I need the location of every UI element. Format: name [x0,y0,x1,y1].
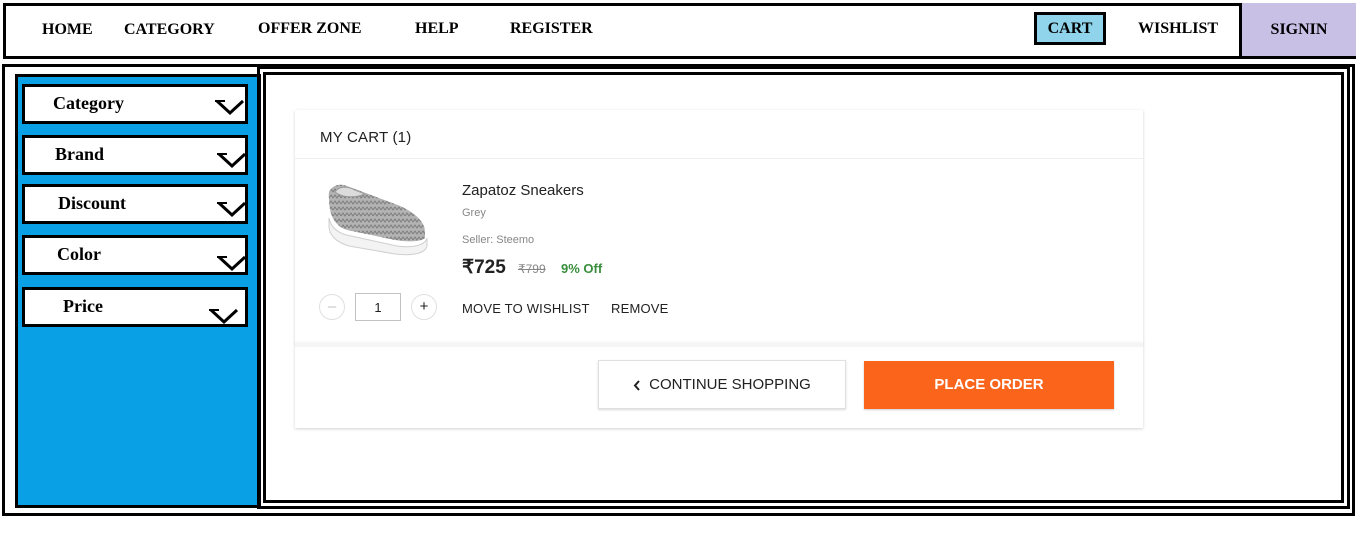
filter-category-dropdown[interactable]: Category [22,84,248,124]
chevron-down-icon [217,201,247,218]
nav-home-link[interactable]: HOME [42,21,93,39]
nav-wishlist-link[interactable]: WISHLIST [1138,20,1218,38]
quantity-input[interactable] [355,293,401,321]
chevron-down-icon [217,255,247,272]
product-color: Grey [462,207,486,219]
product-discount: 9% Off [561,261,603,276]
cart-header: MY CART (1) [295,110,1143,159]
filter-price-label: Price [63,296,103,316]
nav-register-link[interactable]: REGISTER [510,20,593,38]
cart-divider [295,343,1143,347]
quantity-increase-button[interactable]: + [411,294,437,320]
continue-shopping-label: CONTINUE SHOPPING [649,376,811,393]
filter-discount-dropdown[interactable]: Discount [22,184,248,224]
product-seller: Seller: Steemo [462,234,535,246]
nav-help-link[interactable]: HELP [415,20,459,38]
nav-offer-zone-link[interactable]: OFFER ZONE [258,20,362,38]
filter-price-dropdown[interactable]: Price [22,287,248,327]
move-to-wishlist-button[interactable]: MOVE TO WISHLIST [462,301,590,316]
content-frame: Category Brand Discount Color Price MY C… [2,64,1355,516]
continue-shopping-button[interactable]: CONTINUE SHOPPING [598,360,846,409]
product-name[interactable]: Zapatoz Sneakers [462,182,584,199]
product-price: ₹725 [462,257,506,278]
place-order-button[interactable]: PLACE ORDER [864,361,1114,409]
top-navigation-bar: HOME CATEGORY OFFER ZONE HELP REGISTER C… [3,3,1356,59]
filter-color-dropdown[interactable]: Color [22,235,248,275]
filter-category-label: Category [53,93,124,113]
chevron-down-icon [215,99,245,116]
chevron-left-icon [633,379,640,391]
filter-color-label: Color [57,244,101,264]
filter-brand-label: Brand [55,144,105,164]
remove-button[interactable]: REMOVE [611,301,669,316]
filter-brand-dropdown[interactable]: Brand [22,135,248,175]
product-mrp: ₹799 [518,262,546,276]
chevron-down-icon [217,152,247,169]
chevron-down-icon [209,308,239,325]
filter-discount-label: Discount [58,193,127,213]
quantity-decrease-button[interactable]: – [319,294,345,320]
nav-category-link[interactable]: CATEGORY [124,21,215,39]
cart-card: MY CART (1) Zapatoz Sneakers Grey Seller… [295,110,1143,428]
filter-sidebar: Category Brand Discount Color Price [15,74,261,508]
product-image[interactable] [325,176,429,260]
nav-signin-button[interactable]: SIGNIN [1239,3,1356,56]
cart-title: MY CART (1) [320,129,412,146]
main-panel: MY CART (1) Zapatoz Sneakers Grey Seller… [257,66,1350,509]
nav-cart-button[interactable]: CART [1034,12,1106,45]
